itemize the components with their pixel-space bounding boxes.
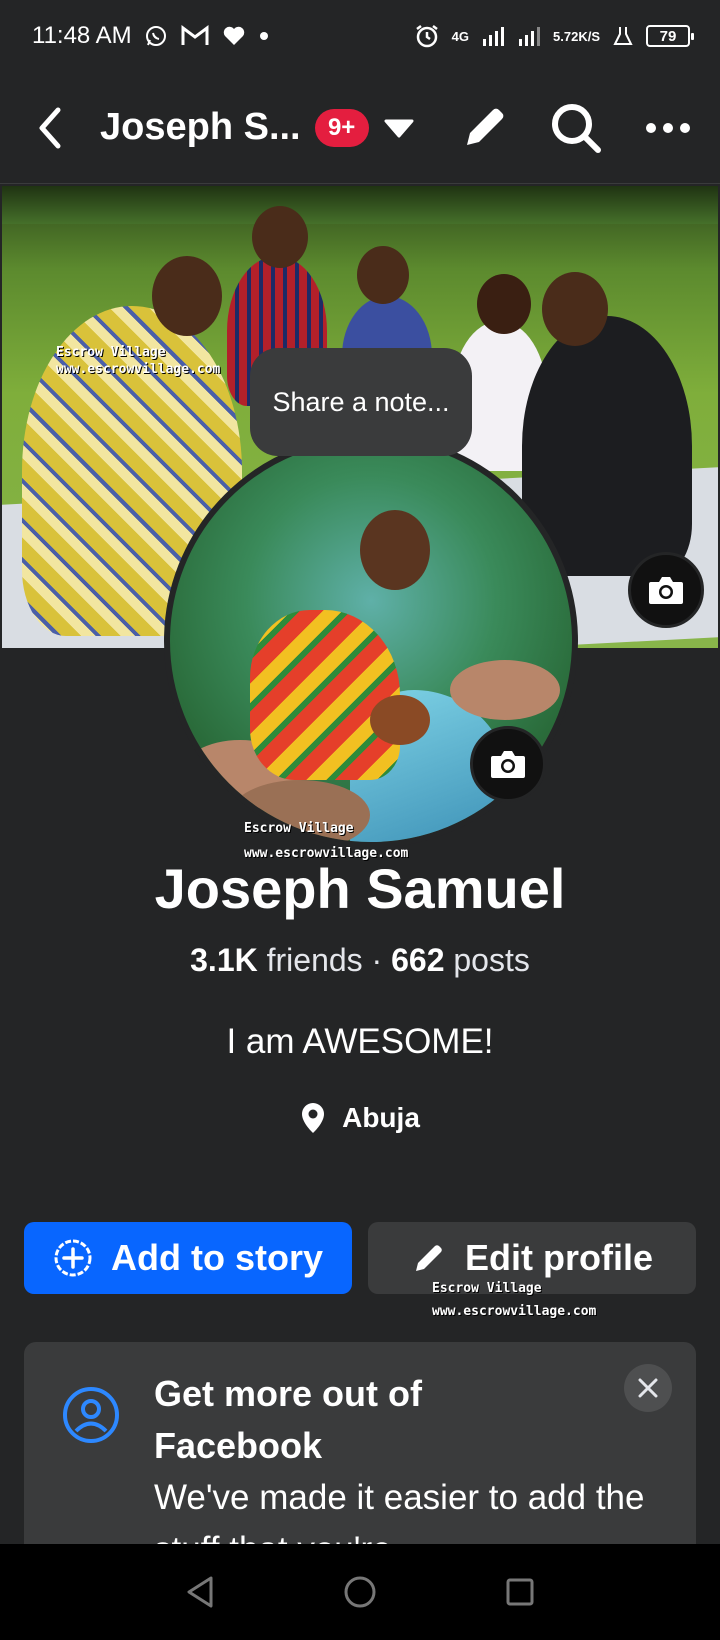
nav-recents-icon: [506, 1578, 534, 1606]
back-arrow-icon: [39, 107, 61, 148]
status-time: 11:48 AM: [32, 22, 132, 49]
alarm-icon: [414, 23, 440, 49]
avatar-pot: [370, 695, 430, 745]
signal-icon-2: [517, 25, 541, 47]
profile-switch-dropdown[interactable]: [379, 108, 419, 148]
avatar-figure-dress: [250, 610, 400, 780]
cover-head-1: [152, 256, 222, 336]
nav-recents-button[interactable]: [490, 1562, 550, 1622]
data-speed: 5.72 K/S: [553, 30, 600, 43]
app-header: Joseph S... 9+: [0, 72, 720, 184]
data-speed-unit: K/S: [578, 28, 600, 44]
avatar-figure-head: [360, 510, 430, 590]
whatsapp-icon: [144, 24, 168, 48]
cover-camera-button[interactable]: [628, 552, 704, 628]
profile-name: Joseph Samuel: [154, 857, 566, 920]
friends-label[interactable]: friends: [267, 942, 363, 978]
avatar-watermark-line2: www.escrowvillage.com: [244, 846, 409, 861]
system-nav-bar: [0, 1544, 720, 1640]
add-circle-icon: [54, 1239, 92, 1277]
edit-profile-label: Edit profile: [465, 1237, 653, 1278]
screen: 11:48 AM 4G 5.72 K/S 79 Joseph S... 9+ E…: [0, 0, 720, 1640]
gmail-icon: [180, 24, 210, 48]
status-right: 4G 5.72 K/S 79: [414, 23, 694, 49]
search-button[interactable]: [548, 100, 604, 156]
card-title: Get more out of Facebook: [154, 1373, 422, 1466]
camera-icon: [649, 577, 683, 604]
dot-icon: [258, 30, 270, 42]
status-left: 11:48 AM: [32, 22, 270, 50]
lab-icon: [612, 25, 634, 47]
buttons-watermark: Escrow Village www.escrowvillage.com: [432, 1280, 596, 1320]
avatar-camera-button[interactable]: [470, 726, 546, 802]
add-to-story-label: Add to story: [111, 1237, 323, 1278]
cover-head-3: [357, 246, 409, 304]
stats-separator: ·: [371, 942, 383, 978]
friends-count[interactable]: 3.1K: [190, 942, 258, 978]
more-button[interactable]: [640, 100, 696, 156]
network-type: 4G: [451, 28, 470, 44]
page-title[interactable]: Joseph S...: [100, 106, 301, 149]
profile-stats: 3.1K friends · 662 posts: [0, 942, 720, 979]
avatar-watermark: Escrow Village www.escrowvillage.com: [244, 820, 408, 862]
location-pin-icon: [302, 1103, 325, 1133]
camera-icon: [491, 751, 525, 778]
location-text: Abuja: [342, 1102, 420, 1133]
cover-watermark-line1: Escrow Village: [56, 345, 166, 360]
data-speed-value: 5.72: [553, 28, 579, 44]
profile-location: Abuja: [0, 1102, 720, 1134]
profile-bio: I am AWESOME!: [226, 1022, 494, 1061]
cover-watermark-line2: www.escrowvillage.com: [56, 362, 221, 377]
nav-back-button[interactable]: [170, 1562, 230, 1622]
close-icon: [638, 1378, 658, 1398]
cover-head-2: [252, 206, 308, 268]
buttons-watermark-line1: Escrow Village: [432, 1281, 542, 1296]
share-note-bubble[interactable]: Share a note...: [250, 348, 472, 456]
battery-indicator: 79: [646, 25, 694, 47]
edit-icon: [467, 108, 504, 145]
buttons-watermark-line2: www.escrowvillage.com: [432, 1304, 597, 1319]
profile-icon: [63, 1387, 119, 1443]
header-actions: [456, 100, 696, 156]
nav-home-button[interactable]: [330, 1562, 390, 1622]
posts-count: 662: [391, 942, 445, 978]
nav-back-icon: [187, 1576, 213, 1608]
avatar-watermark-line1: Escrow Village: [244, 821, 354, 836]
cover-head-4: [477, 274, 531, 334]
cover-trees: [2, 186, 718, 224]
notification-badge[interactable]: 9+: [314, 108, 369, 147]
nav-home-icon: [344, 1576, 376, 1608]
avatar-rock: [450, 660, 560, 720]
search-icon: [552, 103, 601, 153]
cover-watermark: Escrow Village www.escrowvillage.com: [56, 344, 220, 378]
cover-head-5: [542, 272, 608, 346]
more-icon: [646, 122, 690, 133]
signal-icon: [481, 25, 505, 47]
card-close-button[interactable]: [624, 1364, 672, 1412]
heart-icon: [222, 25, 246, 47]
chevron-down-icon: [384, 119, 414, 137]
edit-button[interactable]: [456, 100, 512, 156]
posts-label: posts: [453, 942, 530, 978]
pencil-icon: [416, 1245, 442, 1271]
add-to-story-button[interactable]: Add to story: [24, 1222, 352, 1294]
status-bar: 11:48 AM 4G 5.72 K/S 79: [0, 0, 720, 72]
back-button[interactable]: [28, 98, 72, 158]
